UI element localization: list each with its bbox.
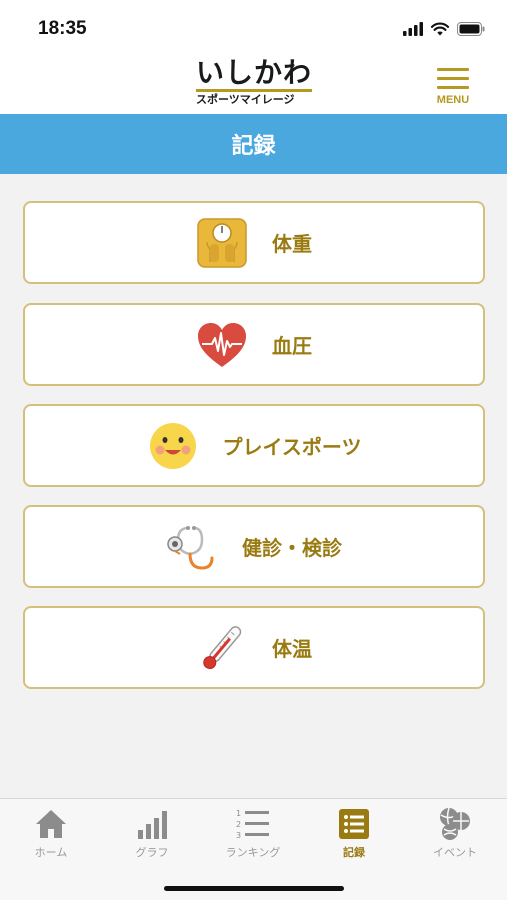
tab-event[interactable]: イベント bbox=[405, 799, 505, 869]
status-bar: 18:35 bbox=[0, 0, 507, 56]
record-play-sports-label: プレイスポーツ bbox=[222, 435, 362, 459]
heart-pulse-icon bbox=[196, 319, 248, 371]
home-icon bbox=[33, 807, 69, 841]
tab-home[interactable]: ホーム bbox=[1, 799, 101, 869]
smiley-face-icon bbox=[147, 420, 199, 472]
logo-main-text: いしかわ bbox=[196, 56, 313, 89]
record-health-checkup-button[interactable]: 健診・検診 bbox=[23, 505, 485, 588]
page-title-bar: 記録 bbox=[0, 114, 507, 174]
menu-label: MENU bbox=[436, 94, 470, 106]
tab-home-label: ホーム bbox=[34, 846, 68, 859]
app-logo: いしかわ スポーツマイレージ bbox=[196, 56, 314, 110]
logo-underline bbox=[196, 89, 312, 92]
tab-graph[interactable]: グラフ bbox=[102, 799, 202, 869]
thermometer-icon bbox=[196, 622, 248, 674]
record-weight-button[interactable]: 体重 bbox=[23, 201, 485, 284]
home-indicator[interactable] bbox=[164, 886, 344, 891]
stethoscope-icon bbox=[166, 521, 218, 573]
ranking-list-icon: 1 2 3 bbox=[235, 807, 271, 841]
svg-text:3: 3 bbox=[236, 831, 241, 840]
svg-text:2: 2 bbox=[236, 820, 241, 829]
cellular-signal-icon bbox=[403, 22, 423, 36]
menu-button[interactable]: MENU bbox=[433, 66, 473, 110]
page-title: 記録 bbox=[231, 134, 276, 159]
record-blood-pressure-label: 血圧 bbox=[272, 334, 312, 358]
status-time: 18:35 bbox=[38, 18, 87, 39]
bottom-tab-bar: ホーム グラフ 1 2 3 ランキング 記録 イベント bbox=[0, 798, 507, 900]
svg-text:1: 1 bbox=[236, 809, 241, 818]
record-health-checkup-label: 健診・検診 bbox=[242, 536, 342, 560]
status-icons bbox=[403, 22, 485, 36]
battery-icon bbox=[457, 22, 485, 36]
wifi-icon bbox=[431, 22, 449, 36]
record-weight-label: 体重 bbox=[272, 232, 312, 256]
event-balls-icon bbox=[437, 807, 473, 841]
record-body-temperature-label: 体温 bbox=[272, 637, 312, 661]
record-list-icon bbox=[336, 807, 372, 841]
tab-record[interactable]: 記録 bbox=[304, 799, 404, 869]
bar-graph-icon bbox=[134, 807, 170, 841]
tab-graph-label: グラフ bbox=[135, 846, 169, 859]
logo-sub-text: スポーツマイレージ bbox=[196, 93, 295, 106]
tab-event-label: イベント bbox=[433, 846, 477, 859]
tab-ranking[interactable]: 1 2 3 ランキング bbox=[203, 799, 303, 869]
record-play-sports-button[interactable]: プレイスポーツ bbox=[23, 404, 485, 487]
record-body-temperature-button[interactable]: 体温 bbox=[23, 606, 485, 689]
app-header: いしかわ スポーツマイレージ MENU bbox=[0, 56, 507, 114]
tab-ranking-label: ランキング bbox=[225, 846, 281, 859]
weight-scale-icon bbox=[196, 217, 248, 269]
tab-record-label: 記録 bbox=[343, 846, 365, 859]
record-blood-pressure-button[interactable]: 血圧 bbox=[23, 303, 485, 386]
